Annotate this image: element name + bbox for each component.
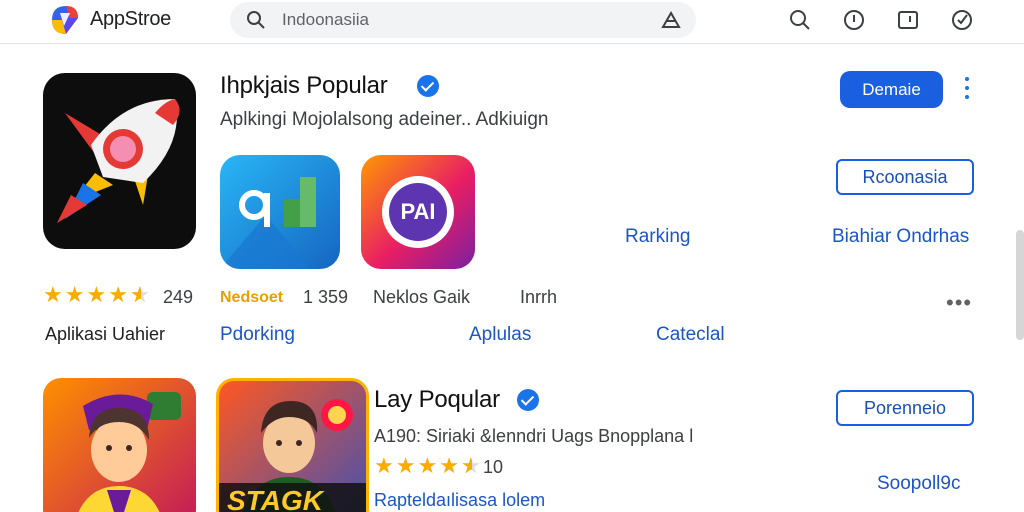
voice-search-icon[interactable] [660, 9, 682, 31]
section2-link[interactable]: Rapteldaılisasa lolem [374, 490, 545, 511]
star-icon: ★ [64, 282, 85, 307]
rating-stars-2: ★ ★ ★ ★ ★ [374, 453, 481, 478]
brand-name: AppStroe [90, 8, 171, 30]
game-icon-second[interactable]: STAGK [216, 378, 369, 512]
scrollbar[interactable] [1016, 230, 1024, 340]
star-icon: ★ [86, 282, 107, 307]
star-icon: ★ [417, 453, 438, 478]
section-subtitle: Aplkingi Mojolalsong adeiner.. Adkiuign [220, 109, 549, 130]
section-title-lay-popular: Lay Poqular [374, 386, 500, 413]
section-title-popular: Ihpkjais Popular [220, 72, 388, 99]
account-icon[interactable] [950, 8, 974, 32]
rating-count: 249 [163, 287, 194, 307]
more-options-icon[interactable] [962, 74, 972, 102]
verified-icon-2 [517, 389, 539, 411]
star-icon: ★ [43, 282, 63, 307]
category-link[interactable]: Biahiar Ondrhas [832, 226, 969, 248]
tile-label-2: Neklos Gaik [373, 287, 471, 307]
star-icon: ★ [108, 282, 128, 307]
search-icon [247, 11, 265, 29]
verified-icon [417, 75, 439, 97]
search-bar[interactable]: Indoonasiia [230, 2, 696, 38]
outline-button-region[interactable]: Rcoonasia [836, 159, 974, 195]
outline-button-section2[interactable]: Porenneio [836, 390, 974, 426]
primary-button[interactable]: Demaie [840, 71, 943, 108]
app-tile-blue[interactable] [220, 155, 340, 269]
section2-right-link[interactable]: Soopoll9c [877, 473, 960, 495]
section2-subtitle: A190: Siriaki &lenndri Uags Bnopplana l [374, 426, 694, 446]
rating-stars: ★ ★ ★ ★ ★ [43, 282, 150, 307]
star-icon: ★ [461, 455, 481, 478]
tile-label-3: Inrrh [520, 287, 558, 307]
library-icon[interactable] [896, 8, 920, 32]
overflow-icon[interactable]: ••• [946, 290, 972, 316]
rocket-app-icon[interactable] [43, 73, 196, 249]
star-icon: ★ [395, 453, 416, 478]
info-icon[interactable] [842, 8, 866, 32]
search-input[interactable]: Indoonasiia [282, 10, 369, 30]
link-3[interactable]: Cateclal [656, 324, 725, 346]
rating-count-2: 10 [483, 457, 504, 477]
top-bar: AppStroe Indoonasiia [0, 0, 1024, 44]
app-tile-gradient[interactable]: PAI [361, 155, 475, 269]
link-1[interactable]: Pdorking [220, 324, 295, 346]
category-label: Aplikasi Uahier [45, 324, 166, 344]
star-icon: ★ [130, 284, 150, 307]
ranking-link[interactable]: Rarking [625, 226, 690, 248]
game-banner-text: STAGK [227, 485, 323, 512]
star-icon: ★ [439, 453, 459, 478]
star-icon: ★ [374, 453, 394, 478]
tile-count-1: 1 359 [303, 287, 349, 307]
tile-label-1: Nedsoet [220, 289, 284, 306]
game-icon-hero[interactable] [43, 378, 196, 512]
link-2[interactable]: Aplulas [469, 324, 531, 346]
tile-badge-text: PAI [400, 199, 436, 224]
appstore-logo[interactable] [48, 4, 82, 36]
search-icon-top[interactable] [788, 8, 812, 32]
